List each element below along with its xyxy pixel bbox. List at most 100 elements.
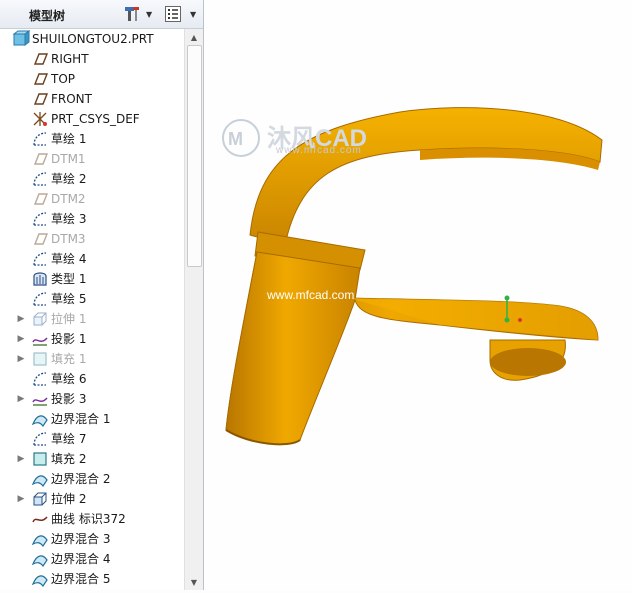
tree-item-label: TOP <box>51 72 76 86</box>
csys-icon <box>33 112 47 126</box>
tree-item-label: 草绘 1 <box>51 132 87 146</box>
tree-scrollbar[interactable]: ▲ ▼ <box>184 29 203 590</box>
graphics-viewport[interactable]: M 沐风CAD www.mfcad.com www.mfcad.com <box>204 0 632 590</box>
expand-arrow-icon[interactable]: ▶ <box>16 449 26 469</box>
projection-icon <box>32 397 48 406</box>
model-tree-header: 模型树 ▼ ▼ <box>0 0 203 29</box>
tree-item-label: 拉伸 2 <box>51 492 87 506</box>
tree-item-label: 边界混合 4 <box>51 552 111 566</box>
tree-item-label: PRT_CSYS_DEF <box>51 112 140 126</box>
tree-item-label: 填充 2 <box>51 452 87 466</box>
columns-dropdown-button[interactable]: ▼ <box>190 4 196 24</box>
part-icon <box>12 30 30 46</box>
watermark-logo-icon: M <box>221 118 261 158</box>
tree-item[interactable]: ▶ 拉伸 2 <box>0 489 184 509</box>
tree-item[interactable]: 曲线 标识372 <box>0 509 184 529</box>
datum-plane-icon <box>33 233 49 245</box>
tree-item[interactable]: ▶ 填充 2 <box>0 449 184 469</box>
fill-icon <box>33 352 47 366</box>
datum-plane-icon <box>33 153 49 165</box>
tree-item[interactable]: ▶ 投影 1 <box>0 329 184 349</box>
sketch-icon <box>33 212 47 226</box>
tree-item[interactable]: RIGHT <box>0 49 184 69</box>
extrude-icon <box>33 492 47 506</box>
boundary-blend-icon <box>31 475 48 488</box>
tree-item-label: 投影 1 <box>51 332 87 346</box>
tree-item[interactable]: 边界混合 5 <box>0 569 184 589</box>
settings-tools-icon <box>125 7 139 21</box>
tree-item[interactable]: 边界混合 1 <box>0 409 184 429</box>
sketch-icon <box>33 172 47 186</box>
expand-arrow-icon[interactable]: ▶ <box>16 389 26 409</box>
tree-item[interactable]: 草绘 3 <box>0 209 184 229</box>
datum-plane-icon <box>33 53 49 65</box>
tree-item-label: 边界混合 1 <box>51 412 111 426</box>
sketch-icon <box>33 432 47 446</box>
settings-tools-button[interactable] <box>122 4 142 24</box>
model-tree-panel: 模型树 ▼ ▼ SHUILONGTOU2.PRT RIGHT TOP FRONT… <box>0 0 204 590</box>
sketch-icon <box>33 252 47 266</box>
tree-item-label: 草绘 6 <box>51 372 87 386</box>
tree-item[interactable]: FRONT <box>0 89 184 109</box>
sketch-icon <box>33 132 47 146</box>
tree-item-label: DTM3 <box>51 232 86 246</box>
tree-item[interactable]: 草绘 7 <box>0 429 184 449</box>
model-tree: SHUILONGTOU2.PRT RIGHT TOP FRONT PRT_CSYS_D… <box>0 29 184 590</box>
tree-item[interactable]: 边界混合 3 <box>0 529 184 549</box>
tree-item[interactable]: 草绘 5 <box>0 289 184 309</box>
sketch-icon <box>33 292 47 306</box>
boundary-blend-icon <box>31 555 48 568</box>
tree-item-label: 草绘 2 <box>51 172 87 186</box>
tree-item-label: DTM2 <box>51 192 86 206</box>
scroll-thumb[interactable] <box>187 45 202 267</box>
expand-arrow-icon[interactable]: ▶ <box>16 489 26 509</box>
extrude-icon <box>33 312 47 326</box>
tree-item[interactable]: DTM2 <box>0 189 184 209</box>
datum-plane-icon <box>33 193 49 205</box>
tree-item[interactable]: DTM1 <box>0 149 184 169</box>
tree-item-label: 草绘 7 <box>51 432 87 446</box>
tree-item[interactable]: 边界混合 4 <box>0 549 184 569</box>
tree-item-label: DTM1 <box>51 152 86 166</box>
tree-item[interactable]: 边界混合 2 <box>0 469 184 489</box>
tree-item[interactable]: PRT_CSYS_DEF <box>0 109 184 129</box>
tree-item-label: 类型 1 <box>51 272 87 286</box>
tree-item-label: FRONT <box>51 92 92 106</box>
tree-root-item[interactable]: SHUILONGTOU2.PRT <box>0 29 184 49</box>
tree-item-label: 投影 3 <box>51 392 87 406</box>
expand-arrow-icon[interactable]: ▶ <box>16 349 26 369</box>
tree-root-label: SHUILONGTOU2.PRT <box>32 32 154 46</box>
tree-item[interactable]: ▶ 填充 1 <box>0 349 184 369</box>
datum-plane-icon <box>33 73 49 85</box>
tree-item-label: 边界混合 3 <box>51 532 111 546</box>
datum-plane-icon <box>33 93 49 105</box>
watermark-url: www.mfcad.com <box>276 145 362 156</box>
tree-item[interactable]: 类型 1 <box>0 269 184 289</box>
expand-arrow-icon[interactable]: ▶ <box>16 309 26 329</box>
tree-item[interactable]: 草绘 6 <box>0 369 184 389</box>
settings-dropdown-button[interactable]: ▼ <box>146 4 152 24</box>
tree-item[interactable]: 草绘 4 <box>0 249 184 269</box>
watermark-center-url: www.mfcad.com <box>267 288 355 302</box>
style-icon <box>33 272 47 286</box>
chevron-down-icon: ▼ <box>190 9 197 19</box>
tree-item[interactable]: ▶ 投影 3 <box>0 389 184 409</box>
boundary-blend-icon <box>31 575 48 588</box>
tree-item-label: 草绘 4 <box>51 252 87 266</box>
tree-item[interactable]: DTM3 <box>0 229 184 249</box>
show-columns-button[interactable] <box>164 4 182 24</box>
scroll-up-icon[interactable]: ▲ <box>185 29 203 45</box>
scroll-down-icon[interactable]: ▼ <box>185 574 203 590</box>
fill-icon <box>33 452 47 466</box>
tree-item[interactable]: TOP <box>0 69 184 89</box>
projection-icon <box>32 337 48 346</box>
tree-item[interactable]: 草绘 2 <box>0 169 184 189</box>
boundary-blend-icon <box>31 415 48 428</box>
model-tree-title: 模型树 <box>29 9 66 23</box>
tree-item-label: 边界混合 5 <box>51 572 111 586</box>
tree-item-label: 边界混合 2 <box>51 472 111 486</box>
tree-item[interactable]: ▶ 拉伸 1 <box>0 309 184 329</box>
expand-arrow-icon[interactable]: ▶ <box>16 329 26 349</box>
tree-item-label: 草绘 5 <box>51 292 87 306</box>
tree-item[interactable]: 草绘 1 <box>0 129 184 149</box>
